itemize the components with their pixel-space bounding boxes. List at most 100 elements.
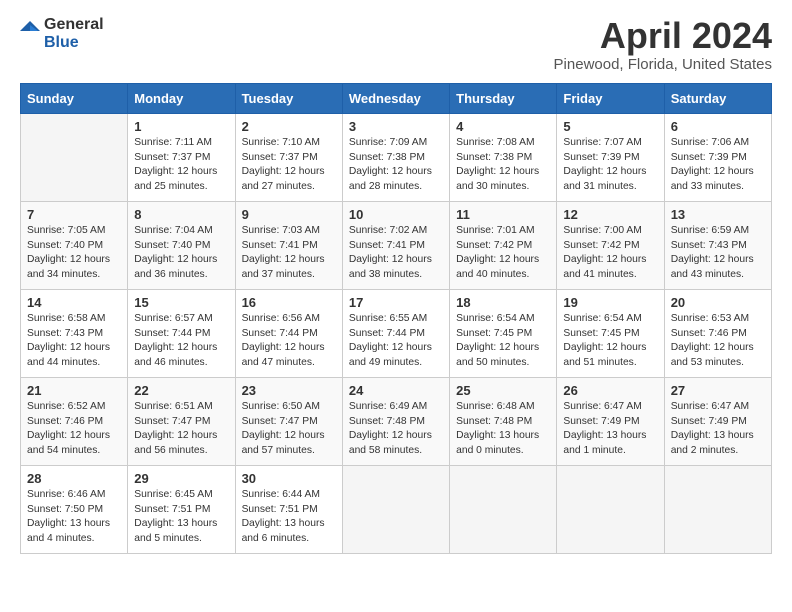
cell-info: Sunrise: 6:52 AMSunset: 7:46 PMDaylight:… [27, 401, 110, 457]
day-number: 23 [242, 383, 336, 398]
cell-info: Sunrise: 7:11 AMSunset: 7:37 PMDaylight:… [134, 137, 217, 193]
day-number: 29 [134, 471, 228, 486]
day-number: 17 [349, 295, 443, 310]
calendar-cell: 26 Sunrise: 6:47 AMSunset: 7:49 PMDaylig… [557, 377, 664, 465]
cell-info: Sunrise: 6:59 AMSunset: 7:43 PMDaylight:… [671, 225, 754, 281]
calendar-cell: 15 Sunrise: 6:57 AMSunset: 7:44 PMDaylig… [128, 289, 235, 377]
calendar-week-row: 1 Sunrise: 7:11 AMSunset: 7:37 PMDayligh… [21, 113, 772, 201]
calendar-cell [450, 465, 557, 553]
calendar-cell: 5 Sunrise: 7:07 AMSunset: 7:39 PMDayligh… [557, 113, 664, 201]
day-number: 12 [563, 207, 657, 222]
logo-icon [20, 21, 40, 41]
cell-info: Sunrise: 6:50 AMSunset: 7:47 PMDaylight:… [242, 401, 325, 457]
calendar-cell: 20 Sunrise: 6:53 AMSunset: 7:46 PMDaylig… [664, 289, 771, 377]
day-number: 21 [27, 383, 121, 398]
cell-info: Sunrise: 6:46 AMSunset: 7:50 PMDaylight:… [27, 489, 110, 545]
day-number: 15 [134, 295, 228, 310]
calendar-cell: 27 Sunrise: 6:47 AMSunset: 7:49 PMDaylig… [664, 377, 771, 465]
day-number: 4 [456, 119, 550, 134]
cell-info: Sunrise: 6:47 AMSunset: 7:49 PMDaylight:… [563, 401, 646, 457]
day-number: 27 [671, 383, 765, 398]
day-number: 22 [134, 383, 228, 398]
day-number: 13 [671, 207, 765, 222]
calendar-cell: 21 Sunrise: 6:52 AMSunset: 7:46 PMDaylig… [21, 377, 128, 465]
calendar-cell: 2 Sunrise: 7:10 AMSunset: 7:37 PMDayligh… [235, 113, 342, 201]
dow-header-friday: Friday [557, 83, 664, 113]
calendar-cell: 16 Sunrise: 6:56 AMSunset: 7:44 PMDaylig… [235, 289, 342, 377]
day-number: 14 [27, 295, 121, 310]
cell-info: Sunrise: 6:53 AMSunset: 7:46 PMDaylight:… [671, 313, 754, 369]
day-number: 19 [563, 295, 657, 310]
day-number: 8 [134, 207, 228, 222]
day-number: 6 [671, 119, 765, 134]
calendar-body: 1 Sunrise: 7:11 AMSunset: 7:37 PMDayligh… [21, 113, 772, 553]
cell-info: Sunrise: 6:55 AMSunset: 7:44 PMDaylight:… [349, 313, 432, 369]
dow-header-saturday: Saturday [664, 83, 771, 113]
calendar-cell: 8 Sunrise: 7:04 AMSunset: 7:40 PMDayligh… [128, 201, 235, 289]
logo-container: General Blue [20, 16, 104, 51]
calendar-cell: 12 Sunrise: 7:00 AMSunset: 7:42 PMDaylig… [557, 201, 664, 289]
calendar-cell: 7 Sunrise: 7:05 AMSunset: 7:40 PMDayligh… [21, 201, 128, 289]
calendar-cell [557, 465, 664, 553]
day-number: 16 [242, 295, 336, 310]
cell-info: Sunrise: 6:49 AMSunset: 7:48 PMDaylight:… [349, 401, 432, 457]
cell-info: Sunrise: 7:04 AMSunset: 7:40 PMDaylight:… [134, 225, 217, 281]
calendar-week-row: 14 Sunrise: 6:58 AMSunset: 7:43 PMDaylig… [21, 289, 772, 377]
calendar-cell: 24 Sunrise: 6:49 AMSunset: 7:48 PMDaylig… [342, 377, 449, 465]
day-number: 5 [563, 119, 657, 134]
calendar-week-row: 7 Sunrise: 7:05 AMSunset: 7:40 PMDayligh… [21, 201, 772, 289]
days-of-week-row: SundayMondayTuesdayWednesdayThursdayFrid… [21, 83, 772, 113]
calendar-cell [664, 465, 771, 553]
calendar-cell [21, 113, 128, 201]
cell-info: Sunrise: 6:48 AMSunset: 7:48 PMDaylight:… [456, 401, 539, 457]
day-number: 20 [671, 295, 765, 310]
day-number: 28 [27, 471, 121, 486]
calendar-cell: 23 Sunrise: 6:50 AMSunset: 7:47 PMDaylig… [235, 377, 342, 465]
day-number: 26 [563, 383, 657, 398]
cell-info: Sunrise: 6:44 AMSunset: 7:51 PMDaylight:… [242, 489, 325, 545]
calendar-cell: 22 Sunrise: 6:51 AMSunset: 7:47 PMDaylig… [128, 377, 235, 465]
cell-info: Sunrise: 6:47 AMSunset: 7:49 PMDaylight:… [671, 401, 754, 457]
cell-info: Sunrise: 7:09 AMSunset: 7:38 PMDaylight:… [349, 137, 432, 193]
cell-info: Sunrise: 7:06 AMSunset: 7:39 PMDaylight:… [671, 137, 754, 193]
calendar-cell: 13 Sunrise: 6:59 AMSunset: 7:43 PMDaylig… [664, 201, 771, 289]
cell-info: Sunrise: 7:05 AMSunset: 7:40 PMDaylight:… [27, 225, 110, 281]
cell-info: Sunrise: 6:54 AMSunset: 7:45 PMDaylight:… [456, 313, 539, 369]
dow-header-monday: Monday [128, 83, 235, 113]
day-number: 18 [456, 295, 550, 310]
calendar-week-row: 21 Sunrise: 6:52 AMSunset: 7:46 PMDaylig… [21, 377, 772, 465]
calendar-cell: 17 Sunrise: 6:55 AMSunset: 7:44 PMDaylig… [342, 289, 449, 377]
dow-header-tuesday: Tuesday [235, 83, 342, 113]
cell-info: Sunrise: 6:54 AMSunset: 7:45 PMDaylight:… [563, 313, 646, 369]
calendar-cell: 30 Sunrise: 6:44 AMSunset: 7:51 PMDaylig… [235, 465, 342, 553]
dow-header-wednesday: Wednesday [342, 83, 449, 113]
cell-info: Sunrise: 6:57 AMSunset: 7:44 PMDaylight:… [134, 313, 217, 369]
cell-info: Sunrise: 7:00 AMSunset: 7:42 PMDaylight:… [563, 225, 646, 281]
logo-blue: Blue [44, 34, 104, 52]
title-block: April 2024 Pinewood, Florida, United Sta… [554, 16, 772, 73]
day-number: 24 [349, 383, 443, 398]
calendar-cell: 11 Sunrise: 7:01 AMSunset: 7:42 PMDaylig… [450, 201, 557, 289]
day-number: 9 [242, 207, 336, 222]
calendar-table: SundayMondayTuesdayWednesdayThursdayFrid… [20, 83, 772, 554]
logo: General Blue [20, 16, 104, 51]
logo-general: General [44, 16, 104, 34]
cell-info: Sunrise: 6:45 AMSunset: 7:51 PMDaylight:… [134, 489, 217, 545]
cell-info: Sunrise: 7:07 AMSunset: 7:39 PMDaylight:… [563, 137, 646, 193]
page-header: General Blue April 2024 Pinewood, Florid… [20, 16, 772, 73]
calendar-week-row: 28 Sunrise: 6:46 AMSunset: 7:50 PMDaylig… [21, 465, 772, 553]
cell-info: Sunrise: 7:08 AMSunset: 7:38 PMDaylight:… [456, 137, 539, 193]
day-number: 7 [27, 207, 121, 222]
cell-info: Sunrise: 6:51 AMSunset: 7:47 PMDaylight:… [134, 401, 217, 457]
calendar-cell: 18 Sunrise: 6:54 AMSunset: 7:45 PMDaylig… [450, 289, 557, 377]
location-title: Pinewood, Florida, United States [554, 56, 772, 73]
day-number: 11 [456, 207, 550, 222]
cell-info: Sunrise: 6:58 AMSunset: 7:43 PMDaylight:… [27, 313, 110, 369]
calendar-cell: 3 Sunrise: 7:09 AMSunset: 7:38 PMDayligh… [342, 113, 449, 201]
calendar-cell: 1 Sunrise: 7:11 AMSunset: 7:37 PMDayligh… [128, 113, 235, 201]
cell-info: Sunrise: 6:56 AMSunset: 7:44 PMDaylight:… [242, 313, 325, 369]
cell-info: Sunrise: 7:10 AMSunset: 7:37 PMDaylight:… [242, 137, 325, 193]
calendar-cell: 25 Sunrise: 6:48 AMSunset: 7:48 PMDaylig… [450, 377, 557, 465]
dow-header-thursday: Thursday [450, 83, 557, 113]
calendar-cell: 10 Sunrise: 7:02 AMSunset: 7:41 PMDaylig… [342, 201, 449, 289]
